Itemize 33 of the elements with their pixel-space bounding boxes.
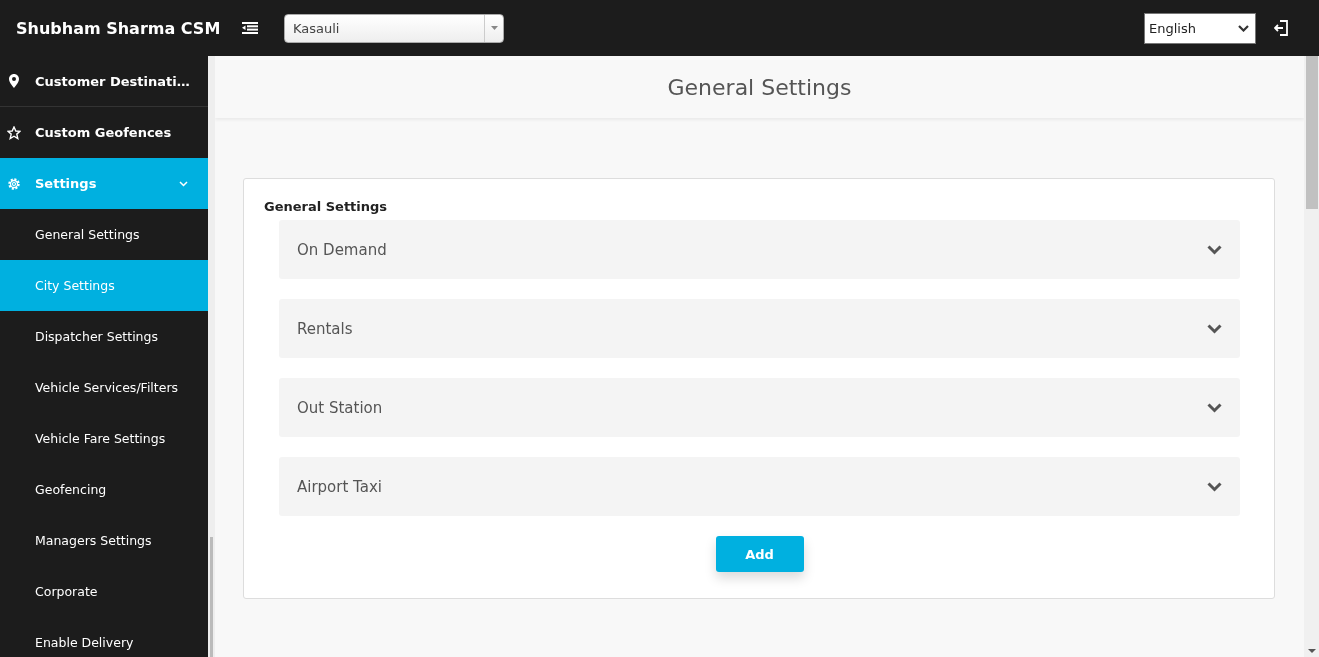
accordion-panel[interactable]: Airport Taxi bbox=[279, 457, 1240, 516]
sidebar-subitem[interactable]: Corporate bbox=[0, 566, 208, 617]
brand-title: Shubham Sharma CSM bbox=[16, 18, 222, 38]
sidebar-subitem[interactable]: Vehicle Services/Filters bbox=[0, 362, 208, 413]
logout-icon[interactable] bbox=[1274, 20, 1289, 36]
accordion-panel[interactable]: Out Station bbox=[279, 378, 1240, 437]
scrollbar-thumb[interactable] bbox=[1306, 56, 1318, 209]
sidebar-subitem[interactable]: Dispatcher Settings bbox=[0, 311, 208, 362]
chevron-icon bbox=[1207, 402, 1222, 413]
sidebar-subitem[interactable]: Vehicle Fare Settings bbox=[0, 413, 208, 464]
page-title: General Settings bbox=[667, 74, 852, 100]
scroll-down-icon[interactable] bbox=[1308, 649, 1316, 653]
sidebar-subitem[interactable]: Geofencing bbox=[0, 464, 208, 515]
card-title: General Settings bbox=[264, 199, 389, 214]
settings-icon bbox=[7, 176, 21, 191]
chevron-icon bbox=[1207, 323, 1222, 334]
caret-icon bbox=[490, 26, 498, 30]
chevron-icon bbox=[1207, 481, 1222, 492]
sidebar-subitem[interactable]: Enable Delivery bbox=[0, 617, 208, 657]
chevron-down-icon bbox=[1238, 24, 1249, 32]
sidebar-item[interactable]: Custom Geofences bbox=[0, 107, 208, 158]
sidebar-subitem[interactable]: General Settings bbox=[0, 209, 208, 260]
map-pin-icon bbox=[7, 74, 21, 88]
city-select[interactable]: Kasauli bbox=[284, 13, 504, 43]
language-select[interactable]: English bbox=[1144, 12, 1256, 44]
accordion-panel[interactable]: On Demand bbox=[279, 220, 1240, 279]
chevron-icon bbox=[1207, 244, 1222, 255]
scrollbar-thumb[interactable] bbox=[210, 537, 213, 657]
menu-icon[interactable] bbox=[242, 22, 258, 34]
sidebar-subitem[interactable]: Managers Settings bbox=[0, 515, 208, 566]
star-icon bbox=[7, 125, 21, 140]
accordion-panel[interactable]: Rentals bbox=[279, 299, 1240, 358]
chevron-down-icon bbox=[179, 180, 188, 187]
